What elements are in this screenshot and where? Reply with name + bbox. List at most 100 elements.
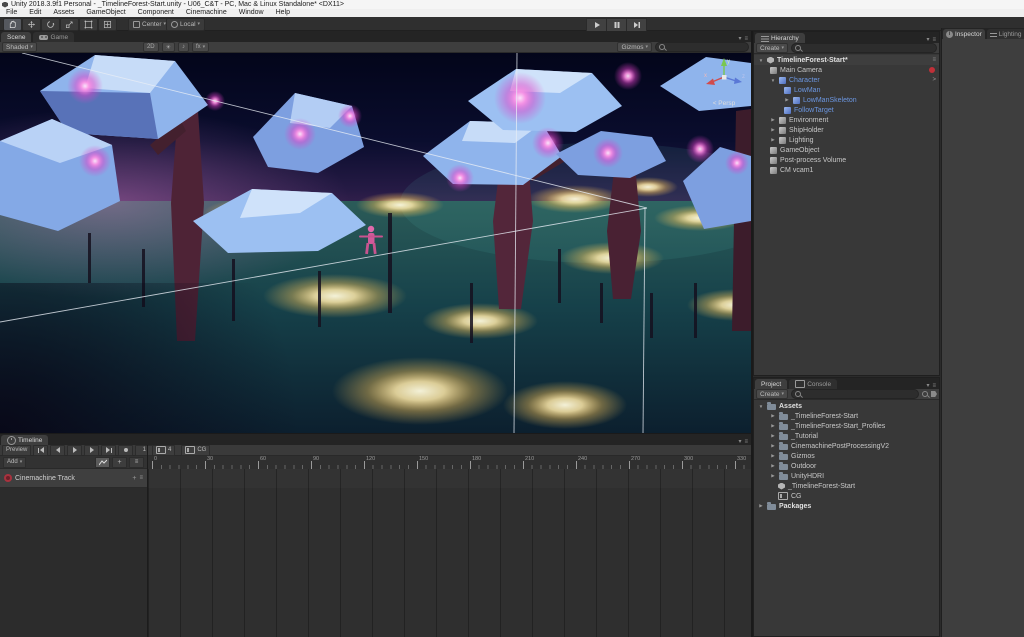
tab-hierarchy[interactable]: Hierarchy	[755, 33, 805, 43]
panel-divider[interactable]	[751, 31, 753, 637]
scene-menu-icon[interactable]: ≡	[932, 57, 936, 63]
search-by-type-icon[interactable]	[922, 391, 928, 397]
timeline-breadcrumb-asset[interactable]: CG	[181, 445, 210, 456]
2d-toggle[interactable]: 2D	[143, 42, 159, 52]
expander-icon[interactable]: ▶	[770, 433, 776, 439]
chevron-down-icon[interactable]: ▾	[926, 382, 929, 389]
project-item-assets[interactable]: ▼ Assets	[754, 401, 939, 411]
expander-icon[interactable]: ▶	[770, 473, 776, 479]
cinemachine-track-lane[interactable]	[148, 469, 751, 489]
project-item-tutorial-folder[interactable]: ▶ _Tutorial	[754, 431, 939, 441]
rect-tool-button[interactable]	[79, 18, 98, 31]
hierarchy-item-scene[interactable]: ▼ TimelineForest-Start* ≡	[754, 55, 939, 65]
timeline-breadcrumb-frame[interactable]: 4	[152, 445, 175, 456]
expander-icon[interactable]: ▶	[770, 137, 776, 143]
tab-scene[interactable]: Scene	[1, 32, 31, 42]
play-button[interactable]	[586, 18, 607, 32]
project-item-cg-timeline-asset[interactable]: CG	[754, 491, 939, 501]
hierarchy-search-input[interactable]	[791, 43, 937, 53]
hierarchy-item-postprocess-volume[interactable]: Post-process Volume	[754, 155, 939, 165]
add-marker-button[interactable]: +	[112, 457, 127, 468]
project-item-gizmos-folder[interactable]: ▶ Gizmos	[754, 451, 939, 461]
project-item-profiles-folder[interactable]: ▶ _TimelineForest-Start_Profiles	[754, 421, 939, 431]
transform-tool-button[interactable]	[98, 18, 117, 31]
project-item-packages[interactable]: ▶ Packages	[754, 501, 939, 511]
chevron-down-icon[interactable]: ▾	[738, 35, 741, 42]
hierarchy-item-gameobject[interactable]: GameObject	[754, 145, 939, 155]
move-tool-button[interactable]	[22, 18, 41, 31]
menu-edit[interactable]: Edit	[23, 9, 47, 17]
projection-mode-label[interactable]: < Persp	[700, 100, 748, 107]
hierarchy-create-dropdown[interactable]: Create ▾	[756, 43, 788, 53]
pause-button[interactable]	[606, 18, 627, 32]
chevron-down-icon[interactable]: ▾	[738, 438, 741, 445]
menu-file[interactable]: File	[0, 9, 23, 17]
hierarchy-item-shipholder[interactable]: ▶ ShipHolder	[754, 125, 939, 135]
expander-icon[interactable]: ▶	[770, 463, 776, 469]
expander-icon[interactable]: ▶	[770, 117, 776, 123]
project-create-dropdown[interactable]: Create ▾	[756, 389, 788, 399]
expander-icon[interactable]: ▶	[758, 503, 764, 509]
hierarchy-item-lighting[interactable]: ▶ Lighting	[754, 135, 939, 145]
tab-console[interactable]: Console	[789, 379, 837, 389]
track-menu-icon[interactable]: ≡	[139, 475, 143, 481]
next-frame-button[interactable]	[84, 445, 99, 456]
timeline-ruler[interactable]: 0306090120150180210240270300330	[148, 456, 751, 470]
tab-project[interactable]: Project	[755, 379, 787, 389]
pivot-toggle-button[interactable]: Center ▾	[128, 18, 171, 31]
expander-icon[interactable]: ▶	[770, 127, 776, 133]
scene-gizmo-axes[interactable]: y x z	[700, 55, 748, 99]
step-button[interactable]	[626, 18, 647, 32]
menu-component[interactable]: Component	[132, 9, 180, 17]
menu-help[interactable]: Help	[270, 9, 296, 17]
expander-icon[interactable]: ▶	[784, 97, 790, 103]
hierarchy-item-followtarget[interactable]: FollowTarget	[754, 105, 939, 115]
hierarchy-item-environment[interactable]: ▶ Environment	[754, 115, 939, 125]
project-item-scene-asset[interactable]: _TimelineForest-Start	[754, 481, 939, 491]
timeline-play-button[interactable]	[67, 445, 82, 456]
menu-window[interactable]: Window	[233, 9, 270, 17]
project-item-unityhdri-folder[interactable]: ▶ UnityHDRI	[754, 471, 939, 481]
track-add-button[interactable]: +	[132, 475, 136, 482]
menu-cinemachine[interactable]: Cinemachine	[180, 9, 233, 17]
expander-icon[interactable]: ▶	[770, 443, 776, 449]
scene-gizmo[interactable]: y x z < Persp	[700, 55, 748, 113]
tab-timeline[interactable]: Timeline	[1, 435, 48, 445]
x-axis-cone[interactable]	[706, 79, 715, 86]
expander-icon[interactable]: ▼	[758, 404, 764, 409]
viewport[interactable]: y x z < Persp	[0, 53, 751, 434]
timeline-divider[interactable]	[147, 445, 148, 637]
expander-icon[interactable]: ▼	[770, 78, 776, 83]
tab-lighting[interactable]: Lighting	[987, 29, 1024, 39]
panel-menu-icon[interactable]: ≡	[932, 37, 936, 43]
menu-gameobject[interactable]: GameObject	[80, 9, 131, 17]
timeline-lane-empty[interactable]	[148, 488, 751, 637]
goto-end-button[interactable]	[101, 445, 116, 456]
prefab-open-arrow[interactable]: >	[932, 77, 936, 83]
preview-toggle[interactable]: Preview	[2, 445, 31, 456]
tab-game[interactable]: Game	[33, 32, 74, 42]
hand-tool-button[interactable]	[3, 18, 22, 31]
panel-menu-icon[interactable]: ≡	[744, 36, 748, 42]
cinemachine-track-header[interactable]: Cinemachine Track + ≡	[0, 469, 147, 488]
audio-toggle[interactable]: ♪	[178, 42, 189, 52]
game-viewport-canvas[interactable]	[0, 53, 751, 434]
effects-toggle[interactable]: fx▾	[192, 42, 209, 52]
expander-icon[interactable]: ▶	[770, 413, 776, 419]
goto-start-button[interactable]	[33, 445, 48, 456]
panel-menu-icon[interactable]: ≡	[744, 439, 748, 445]
z-axis-cone[interactable]	[734, 78, 742, 85]
scale-tool-button[interactable]	[60, 18, 79, 31]
expander-icon[interactable]: ▼	[758, 58, 764, 63]
gizmo-center-cube[interactable]	[722, 75, 727, 80]
hierarchy-item-main-camera[interactable]: Main Camera	[754, 65, 939, 75]
hierarchy-item-cm-vcam1[interactable]: CM vcam1	[754, 165, 939, 175]
menu-assets[interactable]: Assets	[47, 9, 80, 17]
scene-search-input[interactable]	[655, 42, 749, 52]
panel-menu-icon[interactable]: ≡	[932, 383, 936, 389]
label-icon[interactable]	[931, 391, 937, 397]
project-search-input[interactable]	[791, 389, 919, 399]
curves-view-toggle[interactable]	[95, 457, 110, 468]
track-options-button[interactable]: ≡	[129, 457, 144, 468]
gizmos-dropdown[interactable]: Gizmos ▾	[617, 42, 652, 52]
